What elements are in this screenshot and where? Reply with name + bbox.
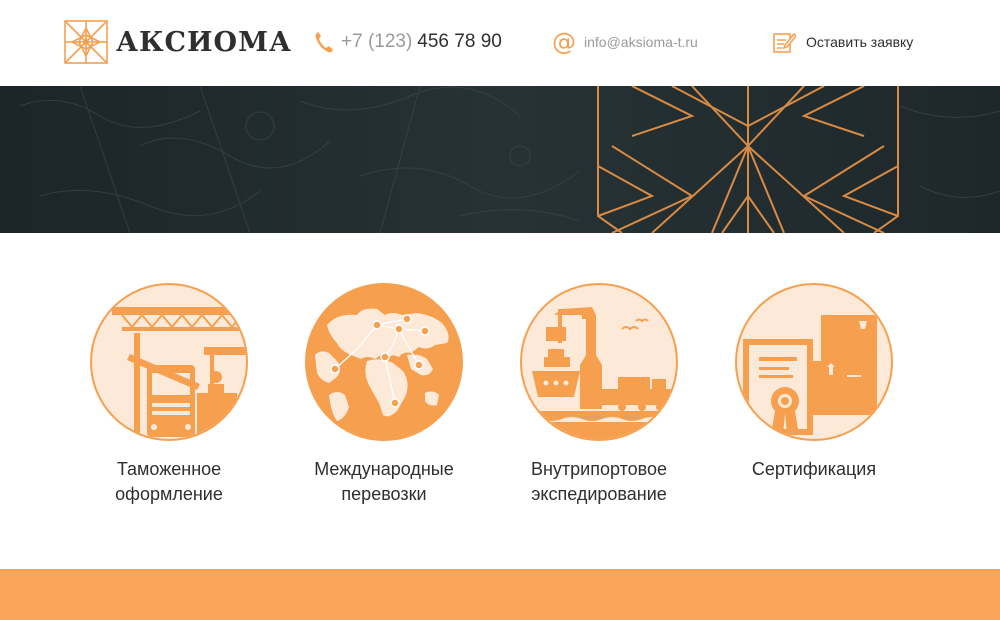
at-sign-icon: @ xyxy=(552,28,576,56)
request-button[interactable]: Оставить заявку xyxy=(772,30,913,54)
service-international-badge xyxy=(305,283,463,441)
service-customs-badge xyxy=(90,283,248,441)
certificate-icon xyxy=(743,315,885,435)
logo[interactable]: АКСИОМА xyxy=(62,18,292,66)
customs-truck-icon xyxy=(112,307,246,439)
phone-icon xyxy=(315,32,333,53)
service-customs[interactable]: Таможенное оформление xyxy=(59,283,279,507)
world-map-icon xyxy=(315,308,449,421)
email-contact[interactable]: @ info@aksioma-t.ru xyxy=(552,30,698,54)
port-ship-icon xyxy=(522,307,676,439)
footer-band xyxy=(0,569,1000,620)
header: АКСИОМА +7 (123) 456 78 90 @ info@aksiom… xyxy=(0,0,1000,86)
phone-number: 456 78 90 xyxy=(417,31,502,52)
service-certification-label: Сертификация xyxy=(751,459,877,479)
service-international[interactable]: Международные перевозки xyxy=(274,283,494,507)
edit-form-icon xyxy=(773,32,796,53)
email-address: info@aksioma-t.ru xyxy=(584,34,698,50)
service-port-label: Внутрипортовое экспедирование xyxy=(530,459,668,504)
banner-ornament xyxy=(597,86,899,233)
service-port[interactable]: Внутрипортовое экспедирование xyxy=(489,283,709,507)
service-certification[interactable]: Сертификация xyxy=(704,283,924,482)
logo-icon xyxy=(64,20,108,64)
request-label: Оставить заявку xyxy=(806,34,914,50)
service-certification-badge xyxy=(735,283,893,441)
phone-contact[interactable]: +7 (123) 456 78 90 xyxy=(314,31,502,53)
logo-text: АКСИОМА xyxy=(116,26,292,58)
phone-code: +7 (123) xyxy=(341,31,413,52)
service-customs-label: Таможенное оформление xyxy=(115,459,223,504)
service-port-badge xyxy=(520,283,678,441)
services-section: Таможенное оформление Международные пере… xyxy=(0,233,1000,569)
hero-banner xyxy=(0,86,1000,233)
service-international-label: Международные перевозки xyxy=(314,459,454,504)
